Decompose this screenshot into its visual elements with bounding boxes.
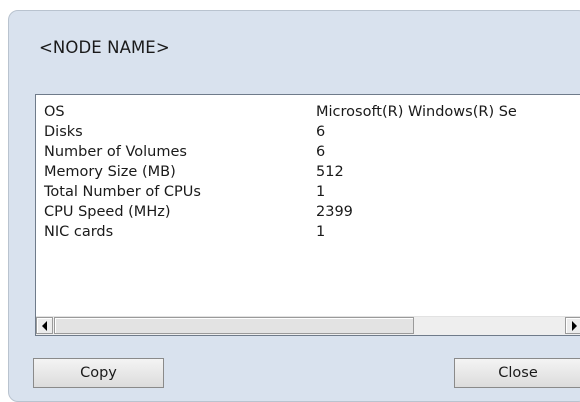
- property-value: 2399: [316, 204, 353, 220]
- property-key: Number of Volumes: [44, 144, 187, 160]
- list-item[interactable]: Total Number of CPUs 1: [36, 184, 580, 204]
- close-button[interactable]: Close: [454, 358, 580, 388]
- properties-rows: OS Microsoft(R) Windows(R) Se Disks 6 Nu…: [36, 104, 580, 244]
- list-item[interactable]: Disks 6: [36, 124, 580, 144]
- scroll-left-button[interactable]: [36, 317, 53, 334]
- copy-button[interactable]: Copy: [33, 358, 164, 388]
- property-key: CPU Speed (MHz): [44, 204, 171, 220]
- property-value: 6: [316, 124, 326, 140]
- node-name-title: <NODE NAME>: [39, 38, 170, 57]
- list-item[interactable]: Memory Size (MB) 512: [36, 164, 580, 184]
- list-item[interactable]: Number of Volumes 6: [36, 144, 580, 164]
- property-key: Total Number of CPUs: [44, 184, 201, 200]
- horizontal-scrollbar[interactable]: [36, 316, 580, 335]
- node-properties-dialog: <NODE NAME> OS Microsoft(R) Windows(R) S…: [8, 10, 580, 402]
- arrow-right-icon: [572, 321, 577, 331]
- property-key: NIC cards: [44, 224, 114, 240]
- property-key: Memory Size (MB): [44, 164, 176, 180]
- list-item[interactable]: OS Microsoft(R) Windows(R) Se: [36, 104, 580, 124]
- list-item[interactable]: CPU Speed (MHz) 2399: [36, 204, 580, 224]
- arrow-left-icon: [42, 321, 47, 331]
- property-value: 512: [316, 164, 344, 180]
- scrollbar-thumb[interactable]: [54, 317, 414, 334]
- properties-list[interactable]: OS Microsoft(R) Windows(R) Se Disks 6 Nu…: [35, 94, 580, 336]
- property-value: 1: [316, 224, 326, 240]
- list-item[interactable]: NIC cards 1: [36, 224, 580, 244]
- property-value: 1: [316, 184, 326, 200]
- property-value: Microsoft(R) Windows(R) Se: [316, 104, 517, 120]
- scroll-right-button[interactable]: [565, 317, 580, 334]
- property-key: OS: [44, 104, 65, 120]
- property-key: Disks: [44, 124, 83, 140]
- property-value: 6: [316, 144, 326, 160]
